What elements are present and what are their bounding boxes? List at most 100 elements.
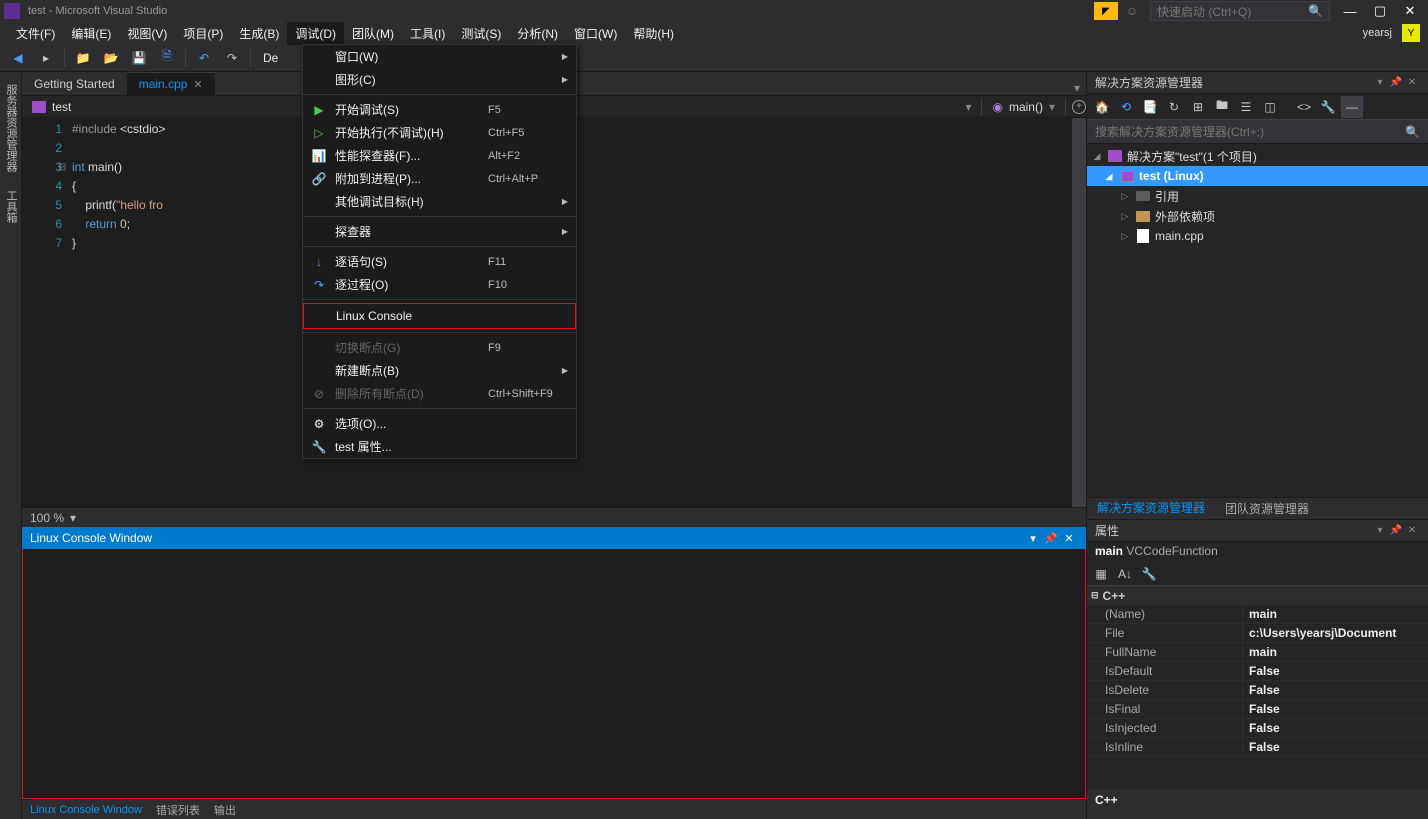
- undo-button[interactable]: ↶: [192, 46, 216, 70]
- sln-preview-icon[interactable]: ◫: [1259, 96, 1281, 118]
- menu-project[interactable]: 项目(P): [175, 22, 231, 45]
- minimize-button[interactable]: —: [1336, 1, 1364, 21]
- tab-getting-started[interactable]: Getting Started: [22, 73, 127, 95]
- menu-file[interactable]: 文件(F): [8, 22, 63, 45]
- console-pin-icon[interactable]: 📌: [1042, 529, 1060, 547]
- solution-tree[interactable]: ◢解决方案"test"(1 个项目) ◢test (Linux) ▷引用 ▷外部…: [1087, 144, 1428, 497]
- save-all-button[interactable]: 🗎: [155, 46, 179, 70]
- rail-server-explorer[interactable]: 服务器资源管理器: [0, 80, 21, 176]
- sln-home-icon[interactable]: 🏠: [1091, 96, 1113, 118]
- config-dropdown[interactable]: De: [257, 49, 284, 67]
- menu-help[interactable]: 帮助(H): [625, 22, 682, 45]
- props-close-icon[interactable]: ✕: [1404, 523, 1420, 539]
- tree-project[interactable]: ◢test (Linux): [1087, 166, 1428, 186]
- nav-member[interactable]: ◉main()▾: [982, 98, 1066, 116]
- dd-options[interactable]: ⚙选项(O)...: [303, 412, 576, 435]
- account-name[interactable]: yearsj: [1357, 24, 1398, 42]
- dd-props[interactable]: 🔧test 属性...: [303, 435, 576, 458]
- quick-launch-input[interactable]: 快速启动 (Ctrl+Q) 🔍: [1150, 1, 1330, 21]
- sln-refresh-icon[interactable]: ↻: [1163, 96, 1185, 118]
- console-body[interactable]: [22, 549, 1086, 799]
- sln-collapse-icon[interactable]: ⊞: [1187, 96, 1209, 118]
- dd-start-debug[interactable]: ▶开始调试(S)F5: [303, 98, 576, 121]
- feedback-icon[interactable]: ☺: [1120, 2, 1144, 20]
- dd-perf[interactable]: 📊性能探查器(F)...Alt+F2: [303, 144, 576, 167]
- tab-close-icon[interactable]: ✕: [193, 78, 202, 91]
- tree-references[interactable]: ▷引用: [1087, 186, 1428, 206]
- props-row[interactable]: IsInjectedFalse: [1087, 719, 1428, 738]
- nav-fwd-button[interactable]: ▸: [34, 46, 58, 70]
- right-tab-team[interactable]: 团队资源管理器: [1215, 497, 1319, 520]
- props-alpha-icon[interactable]: A↓: [1115, 564, 1135, 584]
- props-object-selector[interactable]: main VCCodeFunction: [1087, 542, 1428, 562]
- redo-button[interactable]: ↷: [220, 46, 244, 70]
- editor-scrollbar[interactable]: [1072, 118, 1086, 507]
- maximize-button[interactable]: ▢: [1366, 1, 1394, 21]
- menu-analyze[interactable]: 分析(N): [509, 22, 566, 45]
- new-project-button[interactable]: 📁: [71, 46, 95, 70]
- dd-window[interactable]: 窗口(W)▶: [303, 45, 576, 68]
- menu-view[interactable]: 视图(V): [119, 22, 175, 45]
- tabs-dropdown-icon[interactable]: ▾: [1068, 81, 1086, 95]
- rail-toolbox[interactable]: 工具箱: [0, 186, 21, 227]
- props-row[interactable]: (Name)main: [1087, 605, 1428, 624]
- dd-attach[interactable]: 🔗附加到进程(P)...Ctrl+Alt+P: [303, 167, 576, 190]
- panel-pin-icon[interactable]: 📌: [1388, 75, 1404, 91]
- sln-wrench-icon[interactable]: 🔧: [1317, 96, 1339, 118]
- bottom-tab-output[interactable]: 输出: [214, 802, 236, 818]
- dd-new-bp[interactable]: 新建断点(B)▶: [303, 359, 576, 382]
- dd-step-into[interactable]: ↓逐语句(S)F11: [303, 250, 576, 273]
- add-split-icon[interactable]: +: [1072, 100, 1086, 114]
- bottom-tab-errors[interactable]: 错误列表: [156, 802, 200, 818]
- dd-step-over[interactable]: ↷逐过程(O)F10: [303, 273, 576, 296]
- save-button[interactable]: 💾: [127, 46, 151, 70]
- menu-edit[interactable]: 编辑(E): [63, 22, 119, 45]
- panel-close-icon[interactable]: ✕: [1404, 75, 1420, 91]
- sln-sync-icon[interactable]: 📑: [1139, 96, 1161, 118]
- menu-window[interactable]: 窗口(W): [566, 22, 625, 45]
- tree-solution[interactable]: ◢解决方案"test"(1 个项目): [1087, 146, 1428, 166]
- props-row[interactable]: Filec:\Users\yearsj\Document: [1087, 624, 1428, 643]
- props-row[interactable]: IsInlineFalse: [1087, 738, 1428, 757]
- bottom-tab-console[interactable]: Linux Console Window: [30, 804, 142, 816]
- sln-filter-icon[interactable]: —: [1341, 96, 1363, 118]
- tab-main-cpp[interactable]: main.cpp✕: [127, 72, 215, 95]
- console-dropdown-icon[interactable]: ▾: [1024, 529, 1042, 547]
- notification-icon[interactable]: ◤: [1094, 2, 1118, 20]
- sln-search-input[interactable]: 搜索解决方案资源管理器(Ctrl+;) 🔍: [1087, 120, 1428, 144]
- zoom-dropdown-icon[interactable]: ▾: [70, 511, 76, 525]
- dd-start-nodebug[interactable]: ▷开始执行(不调试)(H)Ctrl+F5: [303, 121, 576, 144]
- props-pages-icon[interactable]: 🔧: [1139, 564, 1159, 584]
- dd-profiler[interactable]: 探查器▶: [303, 220, 576, 243]
- close-button[interactable]: ✕: [1396, 1, 1424, 21]
- menu-build[interactable]: 生成(B): [231, 22, 287, 45]
- dd-linux-console[interactable]: Linux Console: [303, 303, 576, 329]
- tree-main-cpp[interactable]: ▷main.cpp: [1087, 226, 1428, 246]
- console-close-icon[interactable]: ✕: [1060, 529, 1078, 547]
- props-dropdown-icon[interactable]: ▾: [1372, 523, 1388, 539]
- right-tab-sln[interactable]: 解决方案资源管理器: [1087, 496, 1215, 521]
- menu-team[interactable]: 团队(M): [344, 22, 402, 45]
- sln-properties-icon[interactable]: ☰: [1235, 96, 1257, 118]
- zoom-level[interactable]: 100 %: [30, 511, 64, 525]
- sln-back-icon[interactable]: ⟲: [1115, 96, 1137, 118]
- account-avatar[interactable]: Y: [1402, 24, 1420, 42]
- tree-external[interactable]: ▷外部依赖项: [1087, 206, 1428, 226]
- props-row[interactable]: FullNamemain: [1087, 643, 1428, 662]
- outline-collapse-icon[interactable]: ⊟: [58, 158, 66, 177]
- dd-graphics[interactable]: 图形(C)▶: [303, 68, 576, 91]
- dd-other-targets[interactable]: 其他调试目标(H)▶: [303, 190, 576, 213]
- props-grid[interactable]: ⊟C++ (Name)mainFilec:\Users\yearsj\Docum…: [1087, 586, 1428, 757]
- panel-dropdown-icon[interactable]: ▾: [1372, 75, 1388, 91]
- nav-back-button[interactable]: ◀: [6, 46, 30, 70]
- props-category[interactable]: ⊟C++: [1087, 586, 1428, 605]
- sln-showall-icon[interactable]: 🖿: [1211, 96, 1233, 118]
- props-categorized-icon[interactable]: ▦: [1091, 564, 1111, 584]
- open-button[interactable]: 📂: [99, 46, 123, 70]
- props-row[interactable]: IsDefaultFalse: [1087, 662, 1428, 681]
- sln-code-icon[interactable]: <>: [1293, 96, 1315, 118]
- props-row[interactable]: IsFinalFalse: [1087, 700, 1428, 719]
- props-row[interactable]: IsDeleteFalse: [1087, 681, 1428, 700]
- menu-tools[interactable]: 工具(I): [402, 22, 453, 45]
- props-pin-icon[interactable]: 📌: [1388, 523, 1404, 539]
